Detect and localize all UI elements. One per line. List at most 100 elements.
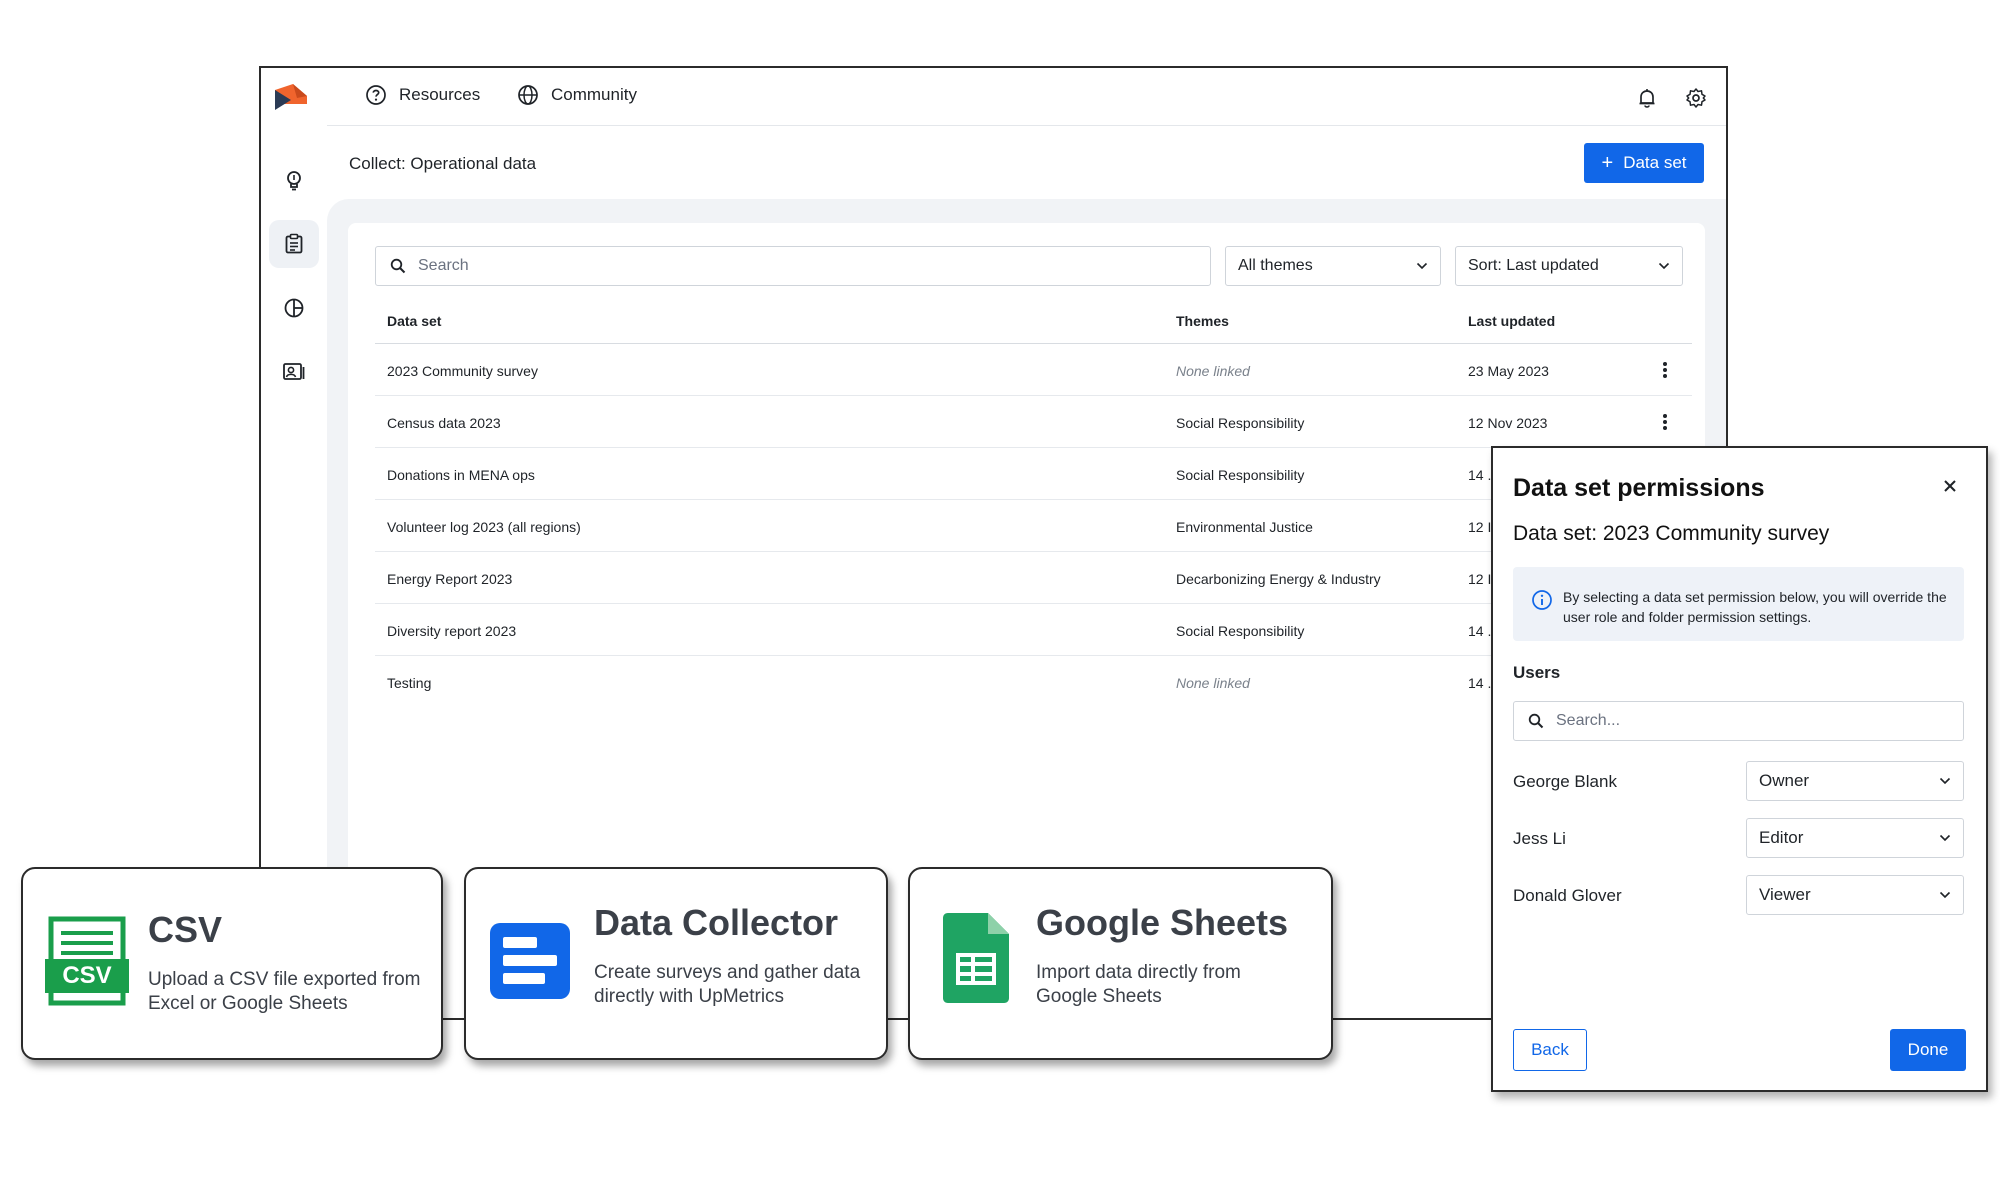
- clipboard-icon: [285, 233, 303, 254]
- sidebar-item-insights[interactable]: [269, 156, 319, 204]
- column-header-last-updated[interactable]: Last updated: [1468, 313, 1555, 329]
- chevron-down-icon: [1658, 262, 1670, 270]
- column-header-themes[interactable]: Themes: [1176, 313, 1229, 329]
- data-set-updated: 23 May 2023: [1468, 363, 1549, 379]
- nav-resources[interactable]: Resources: [365, 84, 480, 106]
- close-icon: [1944, 480, 1956, 492]
- data-set-name[interactable]: Volunteer log 2023 (all regions): [387, 519, 581, 535]
- add-data-set-button[interactable]: + Data set: [1584, 143, 1704, 183]
- data-set-theme: Decarbonizing Energy & Industry: [1176, 571, 1381, 587]
- contact-card-icon: [283, 363, 305, 380]
- data-set-theme: Social Responsibility: [1176, 623, 1305, 639]
- top-bar: Resources Community: [327, 68, 1726, 126]
- nav-community[interactable]: Community: [517, 84, 637, 106]
- role-value: Editor: [1759, 828, 1804, 847]
- data-set-updated: 12 I: [1468, 519, 1492, 535]
- table-row[interactable]: 2023 Community survey None linked 23 May…: [375, 344, 1692, 396]
- data-set-theme: Environmental Justice: [1176, 519, 1313, 535]
- search-input[interactable]: Search: [375, 246, 1211, 286]
- add-data-set-label: Data set: [1623, 153, 1687, 172]
- back-button[interactable]: Back: [1513, 1029, 1587, 1071]
- search-placeholder: Search: [418, 257, 469, 274]
- data-collector-source-card[interactable]: Data Collector Create surveys and gather…: [464, 867, 888, 1060]
- google-sheets-card-title: Google Sheets: [1036, 902, 1289, 943]
- data-set-theme: None linked: [1176, 675, 1250, 691]
- data-set-name[interactable]: Testing: [387, 675, 431, 691]
- more-vertical-icon[interactable]: [1658, 411, 1672, 433]
- column-header-data-set[interactable]: Data set: [387, 313, 441, 329]
- sidebar-item-collect[interactable]: [269, 220, 319, 268]
- data-collector-card-description: Create surveys and gather data directly …: [594, 962, 861, 1007]
- data-set-name[interactable]: Energy Report 2023: [387, 571, 512, 587]
- page-title: Collect: Operational data: [349, 154, 537, 173]
- google-sheets-icon: [943, 913, 1009, 1003]
- chevron-down-icon: [1939, 777, 1951, 785]
- csv-icon-label: CSV: [62, 962, 112, 989]
- csv-source-card[interactable]: CSV CSV Upload a CSV file exported from …: [21, 867, 443, 1060]
- data-set-updated: 12 I: [1468, 571, 1492, 587]
- dialog-subtitle: Data set: 2023 Community survey: [1513, 522, 1830, 545]
- chevron-down-icon: [1939, 891, 1951, 899]
- nav-community-label: Community: [551, 85, 637, 104]
- user-search-placeholder: Search...: [1556, 712, 1621, 729]
- data-set-permissions-dialog: Data set permissions Data set: 2023 Comm…: [1491, 446, 1988, 1092]
- data-set-name[interactable]: Donations in MENA ops: [387, 467, 535, 483]
- data-set-name[interactable]: 2023 Community survey: [387, 363, 538, 379]
- data-collector-card-title: Data Collector: [594, 902, 839, 943]
- data-set-name[interactable]: Census data 2023: [387, 415, 501, 431]
- data-set-updated: 14 .: [1468, 623, 1492, 639]
- google-sheets-card-description: Import data directly from Google Sheets: [1036, 962, 1241, 1007]
- sort-select[interactable]: Sort: Last updated: [1455, 246, 1683, 286]
- user-search-input[interactable]: Search...: [1513, 701, 1964, 741]
- chevron-down-icon: [1939, 834, 1951, 842]
- data-set-updated: 14 .: [1468, 467, 1492, 483]
- themes-select[interactable]: All themes: [1225, 246, 1441, 286]
- data-set-name[interactable]: Diversity report 2023: [387, 623, 516, 639]
- gear-icon: [1686, 88, 1706, 108]
- user-name: George Blank: [1513, 772, 1617, 791]
- more-vertical-icon[interactable]: [1658, 359, 1672, 381]
- data-set-theme: None linked: [1176, 363, 1250, 379]
- data-collector-icon: [490, 923, 570, 999]
- info-icon: [1532, 590, 1552, 610]
- lightbulb-icon: [287, 171, 301, 191]
- help-circle-icon: [366, 85, 386, 105]
- user-name: Jess Li: [1513, 829, 1566, 848]
- search-icon: [1528, 713, 1544, 729]
- close-button[interactable]: [1938, 474, 1962, 498]
- done-button[interactable]: Done: [1890, 1029, 1966, 1071]
- sidebar-item-analyze[interactable]: [269, 284, 319, 332]
- table-row[interactable]: Census data 2023 Social Responsibility 1…: [375, 396, 1692, 448]
- notifications-button[interactable]: [1634, 85, 1660, 111]
- role-value: Owner: [1759, 771, 1810, 790]
- role-select[interactable]: Editor: [1746, 818, 1964, 858]
- role-select[interactable]: Owner: [1746, 761, 1964, 801]
- role-value: Viewer: [1759, 885, 1811, 904]
- csv-file-icon: [45, 916, 129, 1006]
- data-set-updated: 14 .: [1468, 675, 1492, 691]
- bell-icon: [1639, 89, 1655, 108]
- sidebar-item-contacts[interactable]: [269, 348, 319, 396]
- themes-select-value: All themes: [1238, 257, 1313, 274]
- plus-icon: +: [1601, 152, 1614, 174]
- role-select[interactable]: Viewer: [1746, 875, 1964, 915]
- chevron-down-icon: [1416, 262, 1428, 270]
- users-label: Users: [1513, 663, 1561, 682]
- csv-card-title: CSV: [148, 909, 223, 950]
- sort-select-value: Sort: Last updated: [1468, 257, 1599, 274]
- logo-icon: [275, 84, 307, 110]
- data-set-theme: Social Responsibility: [1176, 467, 1305, 483]
- search-icon: [390, 258, 406, 274]
- nav-resources-label: Resources: [399, 85, 481, 104]
- data-set-theme: Social Responsibility: [1176, 415, 1305, 431]
- google-sheets-source-card[interactable]: Google Sheets Import data directly from …: [908, 867, 1333, 1060]
- settings-button[interactable]: [1683, 85, 1709, 111]
- globe-icon: [518, 85, 538, 105]
- info-text: By selecting a data set permission below…: [1563, 589, 1947, 625]
- info-banner: By selecting a data set permission below…: [1513, 567, 1964, 641]
- pie-chart-icon: [284, 298, 304, 318]
- user-name: Donald Glover: [1513, 886, 1622, 905]
- app-logo[interactable]: [273, 82, 309, 112]
- csv-card-description: Upload a CSV file exported from Excel or…: [148, 969, 421, 1014]
- dialog-title: Data set permissions: [1513, 474, 1765, 502]
